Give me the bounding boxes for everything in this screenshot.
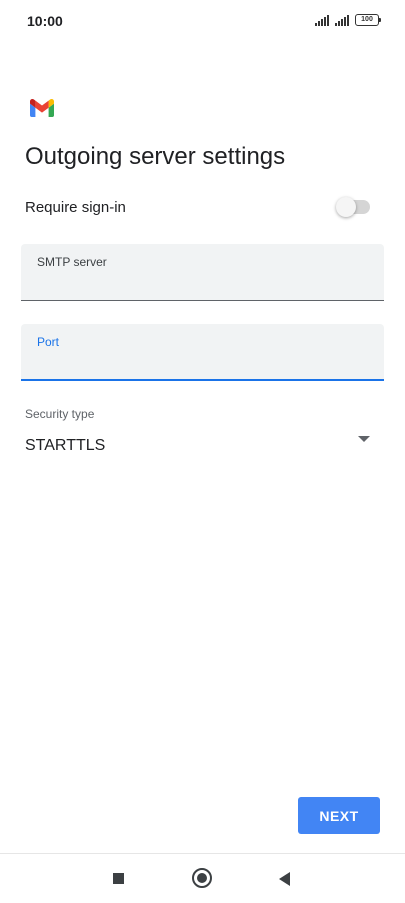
home-icon[interactable] <box>192 868 212 888</box>
smtp-server-label: SMTP server <box>37 255 107 269</box>
port-label: Port <box>37 335 60 349</box>
port-input[interactable] <box>37 352 371 376</box>
port-underline <box>21 379 384 381</box>
recents-icon[interactable] <box>113 873 124 884</box>
back-icon[interactable] <box>279 872 290 886</box>
require-signin-label: Require sign-in <box>25 199 126 216</box>
smtp-server-field[interactable]: SMTP server <box>21 244 384 301</box>
require-signin-row: Require sign-in <box>25 196 380 220</box>
require-signin-toggle[interactable] <box>336 197 370 217</box>
security-type-label: Security type <box>25 407 95 421</box>
signal-icon <box>335 14 349 26</box>
next-button[interactable]: NEXT <box>298 797 380 834</box>
gmail-logo <box>30 99 54 117</box>
status-icons: 100 <box>315 14 381 26</box>
dropdown-arrow-icon <box>358 436 370 442</box>
port-field[interactable]: Port <box>21 324 384 381</box>
status-bar: 10:00 100 <box>0 0 405 44</box>
toggle-knob <box>336 197 356 217</box>
battery-icon: 100 <box>355 14 381 26</box>
signal-icon <box>315 14 329 26</box>
page-title: Outgoing server settings <box>25 143 286 170</box>
smtp-server-input[interactable] <box>37 272 371 296</box>
security-type-value: STARTTLS <box>25 437 106 454</box>
smtp-server-underline <box>21 300 384 301</box>
security-type-dropdown[interactable]: STARTTLS <box>25 430 375 460</box>
navigation-bar <box>0 853 405 903</box>
status-time: 10:00 <box>27 13 63 29</box>
